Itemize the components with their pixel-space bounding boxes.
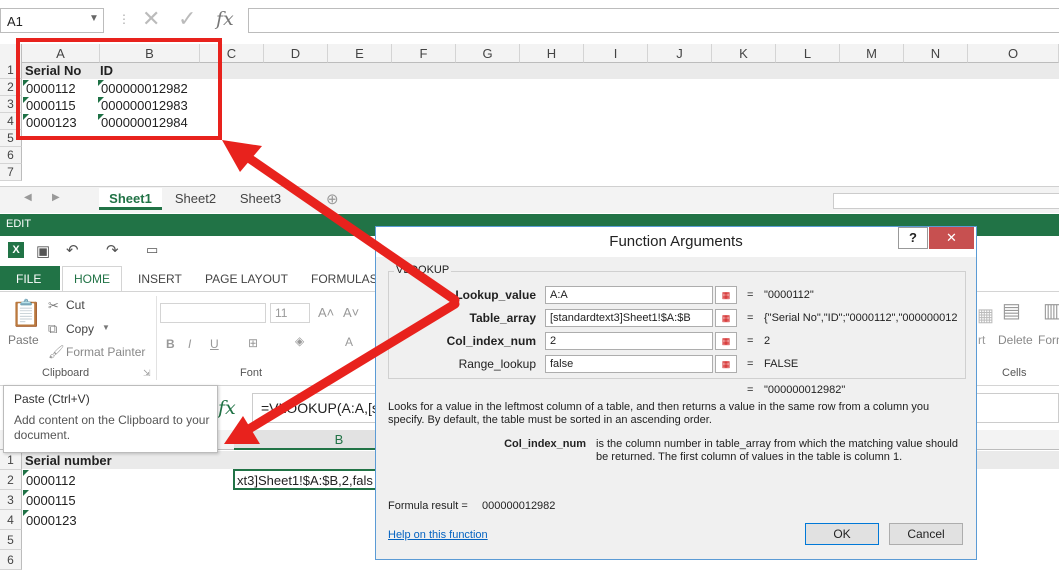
arrow-to-top-table (235, 147, 460, 305)
arrow-to-bottom-cell (239, 299, 460, 437)
annotation-arrows (222, 140, 460, 444)
